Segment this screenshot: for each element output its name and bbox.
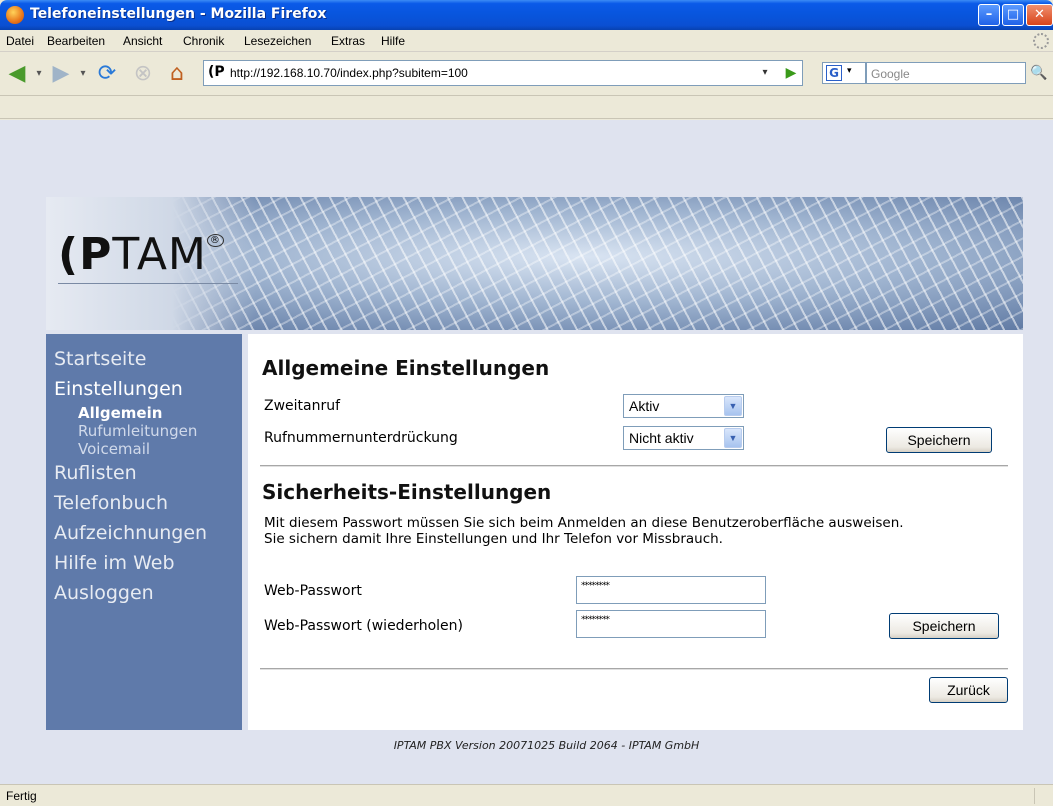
search-magnifier-icon[interactable]: 🔍 (1028, 62, 1050, 84)
nav-ausloggen[interactable]: Ausloggen (54, 578, 242, 608)
web-password-label: Web-Passwort (264, 583, 362, 599)
stop-icon[interactable]: ⊗ (130, 61, 156, 87)
clir-select[interactable]: Nicht aktiv ▼ (623, 426, 744, 450)
iptam-logo: (PTAM ® (58, 229, 224, 280)
close-button[interactable]: ✕ (1026, 4, 1053, 26)
bookmarks-toolbar (0, 97, 1053, 119)
reload-icon[interactable]: ⟳ (94, 61, 120, 87)
navigation-toolbar: ◀ ▾ ▶ ▾ ⟳ ⊗ ⌂ (P http://192.168.10.70/in… (0, 52, 1053, 96)
url-text[interactable]: http://192.168.10.70/index.php?subitem=1… (230, 66, 468, 80)
clir-value: Nicht aktiv (629, 430, 694, 446)
minimize-button[interactable]: – (978, 4, 1000, 26)
go-arrow-icon[interactable]: ▶ (781, 62, 801, 84)
main-content: Allgemeine Einstellungen Zweitanruf Akti… (248, 334, 1023, 730)
nav-startseite[interactable]: Startseite (54, 344, 242, 374)
maximize-button[interactable]: □ (1002, 4, 1024, 26)
logo-text: TAM (112, 229, 207, 280)
menu-extras[interactable]: Extras (331, 34, 365, 48)
logo-underline (58, 283, 238, 284)
save-general-button[interactable]: Speichern (886, 427, 992, 453)
security-description: Mit diesem Passwort müssen Sie sich beim… (264, 515, 904, 547)
nav-einstellungen[interactable]: Einstellungen (54, 374, 242, 404)
menu-lesezeichen[interactable]: Lesezeichen (244, 34, 311, 48)
web-password-repeat-label: Web-Passwort (wiederholen) (264, 618, 463, 634)
throbber-icon (1033, 33, 1049, 49)
window-title-bar: Telefoneinstellungen - Mozilla Firefox –… (0, 0, 1053, 30)
status-text: Fertig (6, 789, 37, 803)
nav-sub-voicemail[interactable]: Voicemail (54, 440, 242, 458)
status-bar: Fertig (0, 784, 1053, 806)
forward-arrow-icon[interactable]: ▶ (48, 61, 74, 87)
web-password-input[interactable]: ******** (576, 576, 766, 604)
registered-mark: ® (206, 234, 224, 247)
firefox-icon (6, 6, 24, 24)
call-waiting-select[interactable]: Aktiv ▼ (623, 394, 744, 418)
menu-bar: Datei Bearbeiten Ansicht Chronik Lesezei… (0, 30, 1053, 52)
nav-telefonbuch[interactable]: Telefonbuch (54, 488, 242, 518)
nav-aufzeichnungen[interactable]: Aufzeichnungen (54, 518, 242, 548)
search-engine-dropdown-icon: ▾ (847, 66, 852, 76)
google-g-icon: G (826, 65, 842, 81)
window-title: Telefoneinstellungen - Mozilla Firefox (30, 6, 327, 22)
chevron-down-icon: ▼ (724, 428, 742, 448)
back-button[interactable]: Zurück (929, 677, 1008, 703)
back-arrow-icon[interactable]: ◀ (4, 61, 30, 87)
resize-grip-icon[interactable] (1034, 788, 1050, 804)
logo-mark: (P (58, 229, 113, 280)
forward-history-dropdown-icon[interactable]: ▾ (76, 61, 90, 87)
nav-sub-allgemein[interactable]: Allgemein (54, 404, 242, 422)
url-history-dropdown-icon[interactable]: ▾ (755, 62, 775, 84)
home-icon[interactable]: ⌂ (164, 61, 190, 87)
bottom-divider (260, 668, 1008, 670)
web-password-repeat-input[interactable]: ******** (576, 610, 766, 638)
nav-sub-rufumleitungen[interactable]: Rufumleitungen (54, 422, 242, 440)
web-password-repeat-value: ******** (581, 615, 610, 625)
nav-hilfe-im-web[interactable]: Hilfe im Web (54, 548, 242, 578)
search-engine-selector[interactable]: G ▾ (822, 62, 866, 84)
menu-ansicht[interactable]: Ansicht (123, 34, 162, 48)
nav-ruflisten[interactable]: Ruflisten (54, 458, 242, 488)
general-settings-title: Allgemeine Einstellungen (262, 356, 550, 380)
call-waiting-label: Zweitanruf (264, 398, 341, 414)
web-password-value: ******** (581, 581, 610, 591)
chevron-down-icon: ▼ (724, 396, 742, 416)
save-password-button[interactable]: Speichern (889, 613, 999, 639)
clir-label: Rufnummernunterdrückung (264, 430, 458, 446)
header-banner: (PTAM ® (46, 197, 1023, 330)
menu-hilfe[interactable]: Hilfe (381, 34, 405, 48)
menu-datei[interactable]: Datei (6, 34, 34, 48)
sidebar-nav: Startseite Einstellungen Allgemein Rufum… (46, 334, 242, 730)
call-waiting-value: Aktiv (629, 398, 660, 414)
back-history-dropdown-icon[interactable]: ▾ (32, 61, 46, 87)
menu-chronik[interactable]: Chronik (183, 34, 224, 48)
section-divider (260, 465, 1008, 467)
search-input[interactable]: Google (866, 62, 1026, 84)
site-favicon-icon: (P (208, 64, 225, 80)
page-viewport: (PTAM ® Startseite Einstellungen Allgemei… (0, 120, 1053, 784)
security-settings-title: Sicherheits-Einstellungen (262, 480, 552, 504)
search-placeholder: Google (871, 67, 910, 81)
url-bar[interactable]: (P http://192.168.10.70/index.php?subite… (203, 60, 803, 86)
version-footer: IPTAM PBX Version 20071025 Build 2064 - … (393, 739, 700, 752)
menu-bearbeiten[interactable]: Bearbeiten (47, 34, 105, 48)
